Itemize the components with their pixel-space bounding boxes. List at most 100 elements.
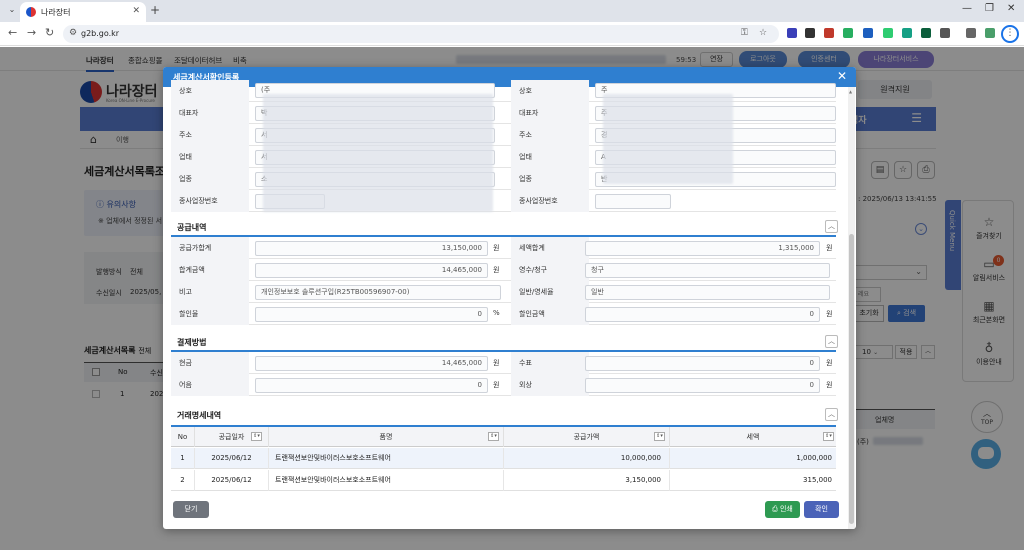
- col-header-supply-label: 공급가액: [573, 433, 600, 441]
- minimize-icon[interactable]: —: [962, 3, 972, 14]
- total-amount-field[interactable]: 14,465,000: [255, 263, 488, 278]
- buyer-branch-field[interactable]: [595, 194, 671, 209]
- tab-search-icon[interactable]: ⌄: [6, 5, 18, 17]
- extensions-puzzle-icon[interactable]: [940, 28, 950, 38]
- unit-won: 원: [493, 266, 500, 274]
- payment-row-cash: 현금 14,465,000 원 수표 0 원: [171, 352, 836, 374]
- check-label: 수표: [511, 352, 589, 374]
- extension-icon[interactable]: [843, 28, 853, 38]
- window-close-icon[interactable]: ✕: [1007, 3, 1015, 14]
- sort-filter-icon[interactable]: ⇕▾: [654, 432, 665, 441]
- print-button[interactable]: ⎙ 인쇄: [765, 501, 800, 518]
- buyer-branch-label: 종사업장번호: [511, 190, 589, 212]
- row-tax: 315,000: [803, 476, 832, 484]
- table-row[interactable]: 1 2025/06/12 트랜잭션보안및바이러스보호소프트웨어 10,000,0…: [171, 448, 836, 469]
- scrollbar-thumb[interactable]: [849, 234, 854, 524]
- tax-total-field[interactable]: 1,315,000: [585, 241, 820, 256]
- forward-icon[interactable]: →: [27, 26, 36, 39]
- extension-icon[interactable]: [985, 28, 995, 38]
- unit-won: 원: [826, 359, 833, 367]
- back-icon[interactable]: ←: [8, 26, 17, 39]
- confirm-button[interactable]: 확인: [804, 501, 839, 518]
- note-label: 어음: [171, 374, 249, 396]
- col-header-item[interactable]: 품명 ⇕▾: [269, 427, 504, 447]
- sort-filter-icon[interactable]: ⇕▾: [488, 432, 499, 441]
- url-text: g2b.go.kr: [81, 29, 120, 38]
- sort-filter-icon[interactable]: ⇕▾: [251, 432, 262, 441]
- tax-invoice-modal: 세금계산서확인등록 ✕ 상호 (주 상호 주 대표자 박 대표자 주 주소 서 …: [163, 67, 856, 529]
- extension-icon[interactable]: [805, 28, 815, 38]
- reload-icon[interactable]: ↻: [45, 26, 54, 39]
- browser-toolbar: ← → ↻ ⚙ g2b.go.kr ⚿ ☆ ⋮: [0, 22, 1024, 46]
- close-button[interactable]: 닫기: [173, 501, 209, 518]
- scroll-up-icon[interactable]: ▲: [849, 89, 854, 94]
- credit-label: 외상: [511, 374, 589, 396]
- cash-label: 현금: [171, 352, 249, 374]
- site-info-icon[interactable]: ⚙: [69, 28, 77, 38]
- check-field[interactable]: 0: [585, 356, 820, 371]
- details-section-title: 거래명세내역: [177, 411, 222, 420]
- download-icon[interactable]: [966, 28, 976, 38]
- general-rate-field[interactable]: 일반: [585, 285, 830, 300]
- buyer-industry-label: 업종: [511, 168, 589, 190]
- supplier-business-type-label: 업태: [171, 146, 249, 168]
- supplier-industry-label: 업종: [171, 168, 249, 190]
- tab-close-icon[interactable]: ✕: [132, 6, 140, 16]
- key-icon[interactable]: ⚿: [741, 28, 748, 38]
- col-header-supply[interactable]: 공급가액 ⇕▾: [504, 427, 670, 447]
- browser-tab-strip: ⌄ 나라장터 ✕ + — ❐ ✕: [0, 0, 1024, 22]
- supply-collapse-icon[interactable]: ︿: [825, 220, 838, 233]
- print-button-label: 인쇄: [779, 505, 793, 513]
- payment-collapse-icon[interactable]: ︿: [825, 335, 838, 348]
- payment-row-note: 어음 0 원 외상 0 원: [171, 374, 836, 396]
- redacted-supplier-info: [263, 94, 493, 212]
- supply-amount-label: 공급가합계: [171, 237, 249, 259]
- extension-icon[interactable]: [787, 28, 797, 38]
- row-date: 2025/06/12: [195, 470, 269, 491]
- receipt-field[interactable]: 청구: [585, 263, 830, 278]
- col-header-tax[interactable]: 세액 ⇕▾: [670, 427, 836, 447]
- restore-icon[interactable]: ❐: [985, 3, 994, 14]
- unit-won: 원: [493, 381, 500, 389]
- row-no: 1: [171, 448, 195, 469]
- extension-icon[interactable]: [863, 28, 873, 38]
- details-grid-header: No 공급일자 ⇕▾ 품명 ⇕▾ 공급가액 ⇕▾ 세액 ⇕▾: [171, 427, 836, 447]
- modal-scrollbar[interactable]: ▲: [848, 87, 855, 529]
- buyer-name-label: 상호: [511, 80, 589, 102]
- sort-filter-icon[interactable]: ⇕▾: [823, 432, 834, 441]
- col-header-no: No: [171, 427, 195, 447]
- close-icon[interactable]: ✕: [837, 69, 847, 83]
- extension-icon[interactable]: [883, 28, 893, 38]
- supplier-ceo-label: 대표자: [171, 102, 249, 124]
- unit-won: 원: [493, 359, 500, 367]
- note-field[interactable]: 0: [255, 378, 488, 393]
- discount-rate-field[interactable]: 0: [255, 307, 488, 322]
- remark-field[interactable]: 개인정보보호 솔루션구입(R25TB00596907-00): [255, 285, 501, 300]
- redacted-buyer-info: [603, 94, 733, 184]
- bookmark-star-icon[interactable]: ☆: [759, 28, 767, 38]
- extension-icon[interactable]: [902, 28, 912, 38]
- row-date: 2025/06/12: [195, 448, 269, 469]
- col-header-item-label: 품명: [379, 433, 393, 441]
- receipt-label: 영수/청구: [511, 259, 589, 281]
- address-bar[interactable]: ⚙ g2b.go.kr ⚿ ☆: [63, 25, 779, 43]
- supply-amount-field[interactable]: 13,150,000: [255, 241, 488, 256]
- table-row[interactable]: 2 2025/06/12 트랜잭션보안및바이러스보호소프트웨어 3,150,00…: [171, 470, 836, 491]
- menu-kebab-icon[interactable]: ⋮: [1001, 25, 1019, 43]
- new-tab-icon[interactable]: +: [150, 3, 160, 17]
- supplier-name-label: 상호: [171, 80, 249, 102]
- supply-row-amounts: 공급가합계 13,150,000 원 세액합계 1,315,000 원: [171, 237, 836, 259]
- discount-amount-field[interactable]: 0: [585, 307, 820, 322]
- extension-icon[interactable]: [921, 28, 931, 38]
- credit-field[interactable]: 0: [585, 378, 820, 393]
- details-collapse-icon[interactable]: ︿: [825, 408, 838, 421]
- unit-won: 원: [493, 244, 500, 252]
- row-supply-amount: 10,000,000: [504, 448, 670, 469]
- supply-row-total: 합계금액 14,465,000 원 영수/청구 청구: [171, 259, 836, 281]
- favicon-icon: [26, 7, 36, 17]
- cash-field[interactable]: 14,465,000: [255, 356, 488, 371]
- col-header-date[interactable]: 공급일자 ⇕▾: [195, 427, 269, 447]
- extension-icon[interactable]: [824, 28, 834, 38]
- browser-tab[interactable]: 나라장터 ✕: [20, 2, 146, 22]
- row-no: 2: [171, 470, 195, 491]
